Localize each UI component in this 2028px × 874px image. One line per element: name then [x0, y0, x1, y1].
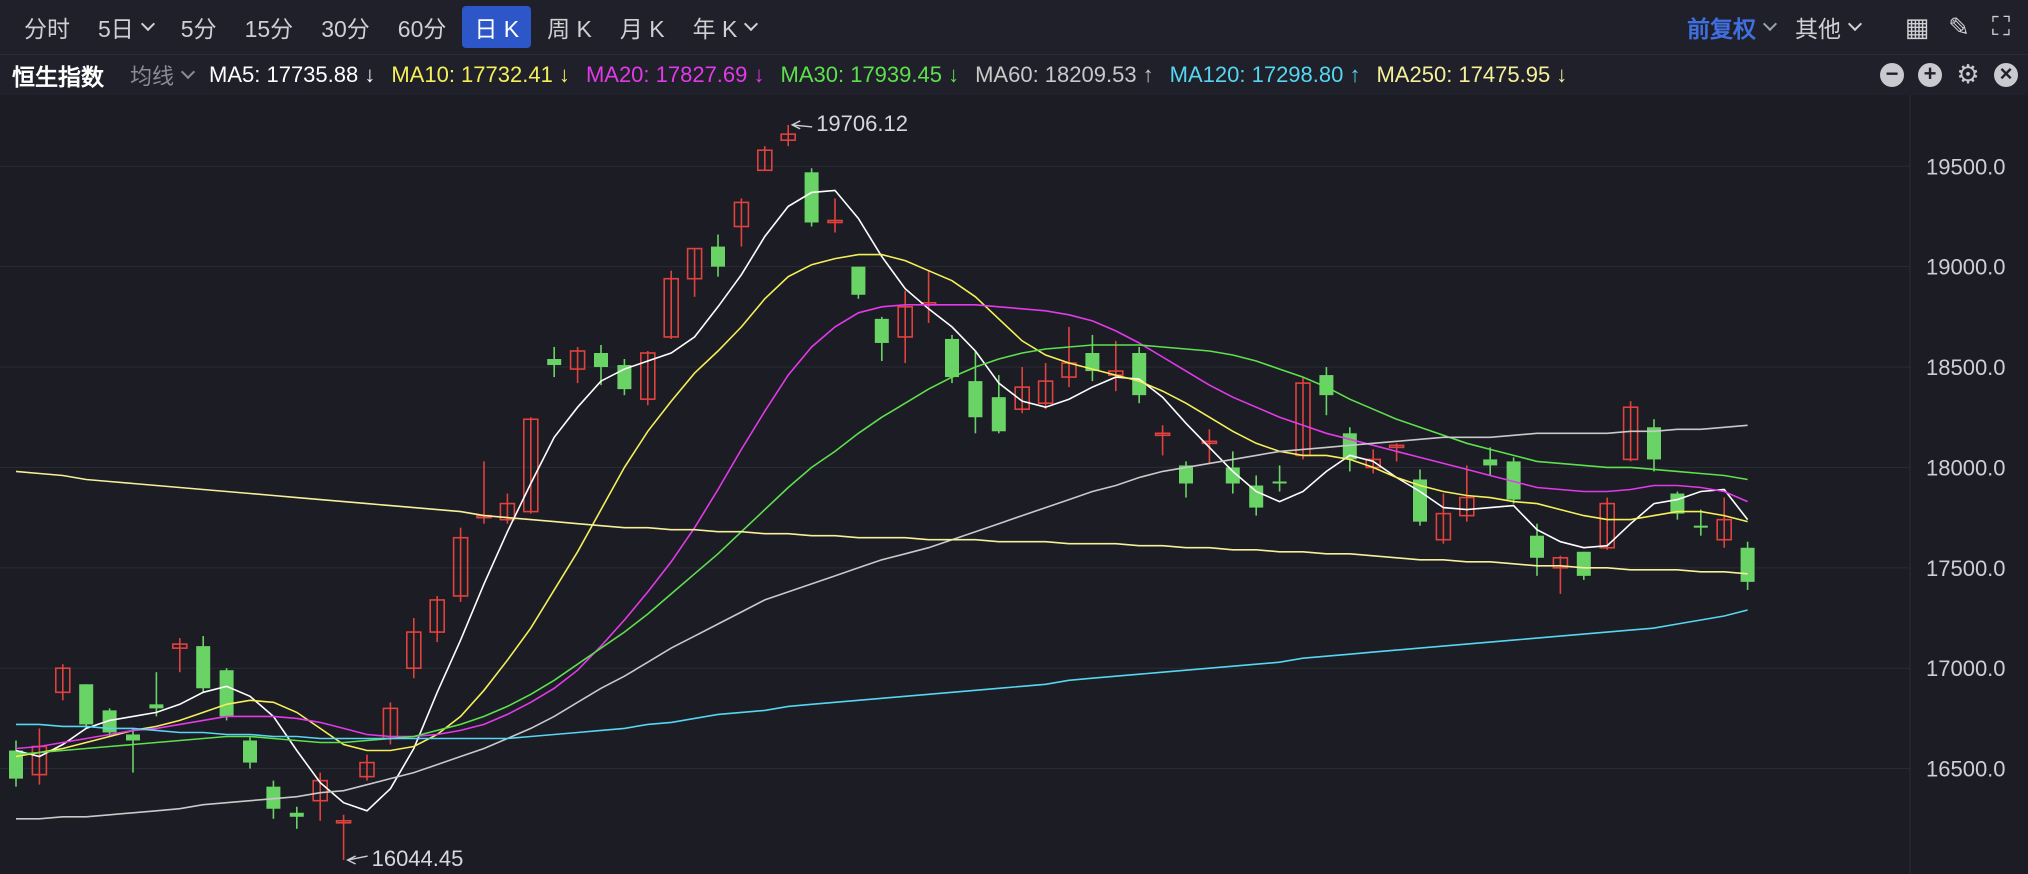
candle-body-down: [126, 734, 140, 741]
ma-line-ma5: [15, 189, 1749, 812]
ma-value-4: MA60: 18209.53 ↑: [975, 62, 1154, 87]
indicator-controls: − + ⚙ ×: [1866, 55, 2018, 95]
candle-body-down: [1576, 551, 1591, 576]
period-tabs: 分时 5日 5分 15分 30分 60分 日 K 周 K 月 K 年 K: [12, 6, 772, 48]
chevron-down-icon: [1847, 16, 1863, 32]
chevron-down-icon: [744, 16, 759, 32]
gear-icon[interactable]: ⚙: [1956, 61, 1980, 87]
period-toolbar: 分时 5日 5分 15分 30分 60分 日 K 周 K 月 K 年 K 前复权 其他 ▦ ✎ ⛶: [0, 0, 2028, 54]
ma-value-6: MA250: 17475.95 ↓: [1376, 62, 1568, 87]
tab-label: 年 K: [692, 16, 738, 42]
candle-body-down: [1740, 547, 1755, 582]
tab-label: 周 K: [547, 16, 592, 42]
chevron-down-icon: [140, 16, 155, 32]
fullscreen-icon[interactable]: ⛶: [1988, 11, 2014, 43]
candle-body-down: [968, 381, 983, 418]
close-circle-icon[interactable]: ×: [1994, 63, 2018, 87]
candle-body-down: [1530, 535, 1544, 558]
ma-line-ma250: [15, 470, 1748, 575]
candle-body-down: [991, 397, 1006, 432]
tab-period-6[interactable]: 日 K: [462, 6, 532, 48]
tab-period-5[interactable]: 60分: [386, 6, 459, 48]
candle-body-down: [594, 352, 608, 368]
tab-period-0[interactable]: 分时: [12, 6, 82, 48]
other-dropdown[interactable]: 其他: [1795, 10, 1863, 44]
candle-body-down: [1693, 525, 1708, 528]
index-name: 恒生指数: [12, 64, 104, 90]
ma-value-1: MA10: 17732.41 ↓: [391, 62, 570, 87]
minus-circle-icon[interactable]: −: [1880, 63, 1904, 87]
tab-period-3[interactable]: 15分: [233, 6, 306, 48]
ma-value-5: MA120: 17298.80 ↑: [1169, 62, 1361, 87]
candle-body-down: [804, 172, 819, 223]
price-adjust-dropdown[interactable]: 前复权: [1687, 10, 1778, 44]
brush-icon[interactable]: ✎: [1946, 12, 1972, 43]
ma-line-ma60: [16, 424, 1748, 820]
ma-legend-bar: 恒生指数 均线 MA5: 17735.88 ↓ MA10: 17732.41 ↓ M…: [0, 54, 2028, 95]
candle-body-down: [149, 704, 164, 709]
candle-body-down: [1132, 352, 1147, 396]
tab-label: 日 K: [474, 16, 520, 42]
candle-body-down: [219, 670, 234, 717]
tab-label: 5分: [180, 16, 217, 42]
candle-body-down: [711, 246, 725, 267]
tab-period-7[interactable]: 周 K: [535, 6, 604, 48]
ma-value-3: MA30: 17939.45 ↓: [780, 62, 960, 87]
ma-line-ma20: [15, 304, 1748, 750]
high-annotation: 19706.12: [816, 111, 908, 136]
candle-body-down: [1670, 493, 1685, 514]
low-annotation: 16044.45: [372, 846, 464, 871]
candle-body-down: [243, 740, 257, 763]
y-tick-label: 18500.0: [1926, 355, 2006, 380]
tab-label: 分时: [24, 16, 70, 42]
tab-label: 60分: [397, 16, 447, 42]
plus-circle-icon[interactable]: +: [1918, 63, 1942, 87]
tab-period-4[interactable]: 30分: [309, 6, 382, 48]
grid-icon[interactable]: ▦: [1904, 12, 1930, 43]
toolbar-right: 前复权 其他 ▦ ✎ ⛶: [1687, 0, 2014, 54]
y-tick-label: 16500.0: [1926, 757, 2006, 782]
other-label: 其他: [1795, 16, 1841, 42]
tab-period-8[interactable]: 月 K: [608, 6, 677, 48]
annotation-arrowhead: [346, 855, 356, 865]
tab-label: 30分: [321, 16, 370, 42]
candle-body-down: [79, 684, 94, 725]
tab-label: 月 K: [619, 16, 665, 42]
candle-body-down: [547, 359, 562, 366]
tab-period-1[interactable]: 5日: [86, 6, 165, 48]
ma-value-0: MA5: 17735.88 ↓: [209, 62, 376, 87]
y-tick-label: 17500.0: [1926, 556, 2006, 581]
ma-selector-label: 均线: [130, 64, 175, 89]
ma-values: MA5: 17735.88 ↓ MA10: 17732.41 ↓ MA20: 178…: [193, 62, 1567, 88]
ma-selector-dropdown[interactable]: 均线: [130, 59, 196, 91]
tab-label: 5日: [98, 16, 134, 42]
ma-line-ma30: [15, 344, 1748, 756]
tab-label: 15分: [244, 16, 294, 42]
candle-body-down: [196, 646, 211, 689]
candle-body-down: [874, 318, 889, 343]
y-tick-label: 17000.0: [1926, 656, 2006, 681]
tab-period-2[interactable]: 5分: [169, 6, 229, 48]
candle-body-down: [1272, 481, 1287, 484]
chevron-down-icon: [1762, 16, 1778, 32]
tab-period-9[interactable]: 年 K: [681, 6, 769, 48]
candlestick-chart[interactable]: 16500.0 17000.0 17500.0 18000.0 18500.0 19000…: [0, 95, 2028, 874]
y-tick-label: 19000.0: [1926, 255, 2006, 280]
candle-body-down: [1249, 485, 1264, 508]
ma-value-2: MA20: 17827.69 ↓: [585, 62, 765, 87]
y-tick-label: 18000.0: [1926, 455, 2006, 480]
candle-body-down: [289, 812, 304, 817]
candle-body-down: [851, 266, 866, 295]
candle-body-down: [945, 338, 959, 378]
y-tick-label: 19500.0: [1926, 154, 2006, 179]
price-adjust-label: 前复权: [1687, 16, 1756, 42]
candle-body-down: [1483, 459, 1498, 466]
